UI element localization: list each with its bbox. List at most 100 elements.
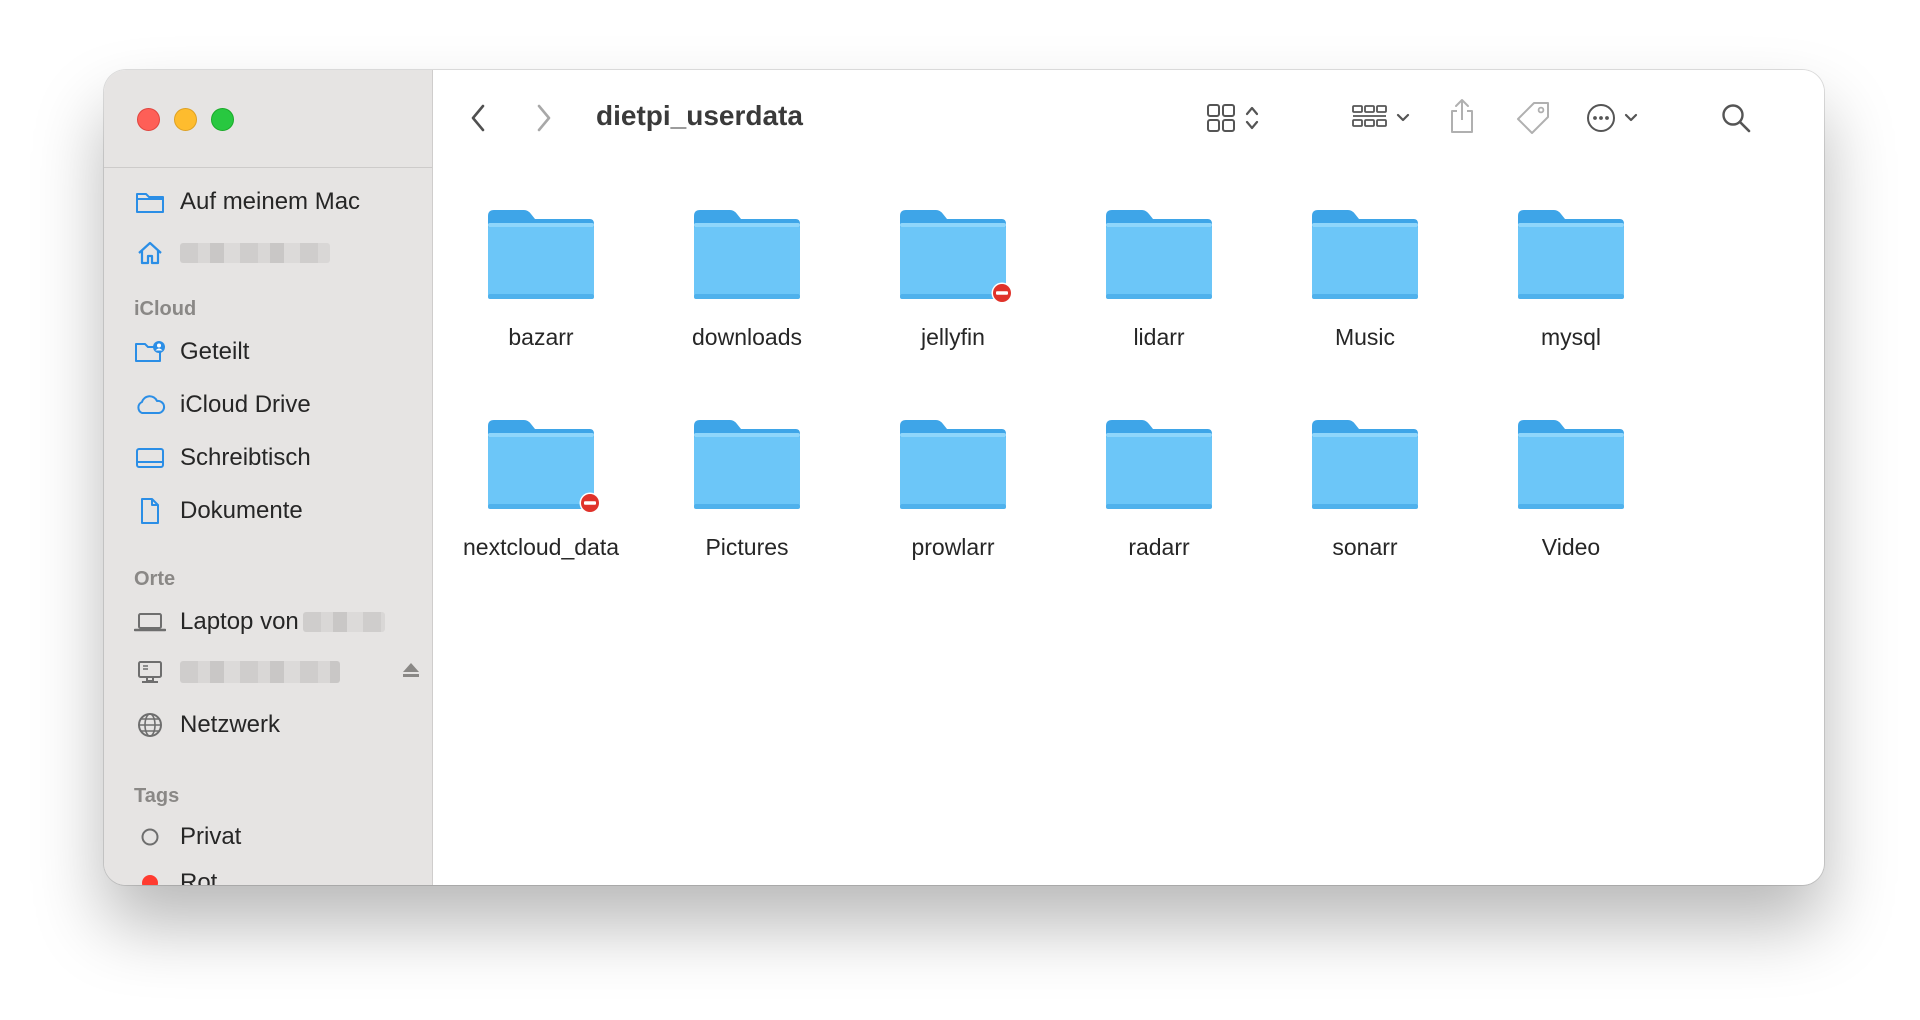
sidebar-divider bbox=[104, 167, 432, 168]
folder-item[interactable]: sonarr bbox=[1265, 416, 1465, 561]
sidebar: Auf meinem Mac iCloud Geteilt iCloud Dri… bbox=[104, 70, 433, 885]
tag-circle-icon bbox=[134, 821, 166, 853]
folder-label: mysql bbox=[1540, 324, 1602, 350]
chevron-down-icon bbox=[1624, 113, 1638, 122]
folder-label: downloads bbox=[692, 324, 802, 350]
folder-icon bbox=[482, 416, 601, 516]
forward-button[interactable] bbox=[529, 98, 559, 138]
folder-icon bbox=[482, 206, 600, 306]
folder-label: Music bbox=[1334, 324, 1396, 350]
sidebar-item-icloud-drive[interactable]: iCloud Drive bbox=[134, 385, 311, 425]
sidebar-item-label: Auf meinem Mac bbox=[180, 188, 361, 215]
cloud-icon bbox=[134, 389, 166, 421]
sidebar-section-orte: Orte bbox=[134, 568, 176, 590]
sidebar-item-dokumente[interactable]: Dokumente bbox=[134, 491, 303, 531]
window-controls bbox=[137, 108, 234, 131]
icon-grid-icon bbox=[1207, 104, 1235, 132]
home-icon bbox=[134, 237, 166, 269]
folder-icon bbox=[1100, 206, 1218, 306]
sidebar-item-label: Privat bbox=[180, 823, 242, 850]
folder-icon bbox=[688, 206, 806, 306]
shared-folder-icon bbox=[134, 336, 166, 368]
sidebar-item-tag-rot[interactable]: Rot bbox=[134, 863, 217, 885]
sidebar-item-label: Geteilt bbox=[180, 338, 250, 365]
eject-icon[interactable] bbox=[401, 658, 421, 686]
chevron-down-icon bbox=[1396, 113, 1410, 122]
folder-item[interactable]: bazarr bbox=[441, 206, 641, 351]
tag-icon bbox=[1517, 102, 1549, 134]
folder-label: nextcloud_data bbox=[462, 534, 619, 560]
sidebar-item-netzwerk[interactable]: Netzwerk bbox=[134, 705, 280, 745]
sidebar-section-icloud: iCloud bbox=[134, 298, 197, 320]
tags-button[interactable] bbox=[1511, 96, 1555, 140]
sidebar-item-label: Dokumente bbox=[180, 497, 303, 524]
sidebar-item-schreibtisch[interactable]: Schreibtisch bbox=[134, 438, 311, 478]
folder-label: lidarr bbox=[1133, 324, 1185, 350]
folder-label: prowlarr bbox=[911, 534, 995, 560]
sidebar-item-geteilt[interactable]: Geteilt bbox=[134, 332, 249, 372]
sidebar-item-label: Rot bbox=[180, 869, 218, 885]
search-icon bbox=[1722, 104, 1751, 133]
folder-item[interactable]: radarr bbox=[1059, 416, 1259, 561]
sidebar-item-label: iCloud Drive bbox=[180, 391, 311, 418]
folder-icon bbox=[1306, 416, 1424, 516]
redacted-server-name bbox=[180, 661, 340, 683]
minimize-button[interactable] bbox=[174, 108, 197, 131]
group-button[interactable] bbox=[1345, 98, 1417, 138]
folder-icon bbox=[894, 206, 1013, 306]
sidebar-item-label: Schreibtisch bbox=[180, 444, 311, 471]
view-mode-button[interactable] bbox=[1198, 98, 1268, 138]
folder-icon bbox=[894, 416, 1012, 516]
folder-label: sonarr bbox=[1332, 534, 1398, 560]
folder-label: radarr bbox=[1128, 534, 1190, 560]
toolbar: dietpi_userdata bbox=[433, 70, 1824, 166]
redacted-username bbox=[180, 243, 330, 263]
sidebar-item-label: Netzwerk bbox=[180, 711, 281, 738]
sidebar-item-auf-meinem-mac[interactable]: Auf meinem Mac bbox=[134, 182, 360, 222]
folder-item[interactable]: prowlarr bbox=[853, 416, 1053, 561]
redacted-computer-name bbox=[302, 612, 385, 632]
sidebar-item-home[interactable] bbox=[134, 233, 330, 273]
sidebar-item-laptop[interactable]: Laptop von bbox=[134, 602, 385, 642]
folder-item[interactable]: lidarr bbox=[1059, 206, 1259, 351]
group-grid-icon bbox=[1352, 105, 1387, 127]
folder-icon bbox=[1512, 416, 1630, 516]
document-icon bbox=[134, 495, 166, 527]
window-title: dietpi_userdata bbox=[596, 100, 803, 131]
folder-item[interactable]: Pictures bbox=[647, 416, 847, 561]
zoom-button[interactable] bbox=[211, 108, 234, 131]
no-access-badge-icon bbox=[990, 281, 1014, 310]
folder-item[interactable]: downloads bbox=[647, 206, 847, 351]
close-button[interactable] bbox=[137, 108, 160, 131]
folder-item[interactable]: Video bbox=[1471, 416, 1671, 561]
share-button[interactable] bbox=[1442, 94, 1482, 138]
sidebar-item-server[interactable] bbox=[134, 652, 419, 692]
sidebar-item-tag-privat[interactable]: Privat bbox=[134, 817, 241, 857]
back-button[interactable] bbox=[463, 98, 493, 138]
server-icon bbox=[134, 656, 166, 688]
folder-item[interactable]: Music bbox=[1265, 206, 1465, 351]
chevron-left-icon bbox=[471, 104, 485, 132]
folder-item[interactable]: nextcloud_data bbox=[441, 416, 641, 561]
share-icon bbox=[1451, 99, 1473, 133]
network-icon bbox=[134, 709, 166, 741]
folder-icon bbox=[1306, 206, 1424, 306]
finder-window: Auf meinem Mac iCloud Geteilt iCloud Dri… bbox=[104, 70, 1824, 885]
more-actions-button[interactable] bbox=[1580, 98, 1644, 138]
folder-icon bbox=[1512, 206, 1630, 306]
folder-label: jellyfin bbox=[921, 324, 985, 350]
sidebar-section-tags: Tags bbox=[134, 785, 180, 807]
folder-icon bbox=[688, 416, 806, 516]
sidebar-item-label: Laptop von bbox=[180, 608, 299, 635]
search-button[interactable] bbox=[1716, 98, 1756, 138]
chevron-right-icon bbox=[537, 104, 551, 132]
desktop-icon bbox=[134, 442, 166, 474]
ellipsis-circle-icon bbox=[1587, 104, 1615, 132]
folder-label: Pictures bbox=[705, 534, 789, 560]
up-down-chevron-icon bbox=[1245, 106, 1259, 130]
folder-icon bbox=[134, 186, 166, 218]
folder-item[interactable]: mysql bbox=[1471, 206, 1671, 351]
folder-item[interactable]: jellyfin bbox=[853, 206, 1053, 351]
folder-icon bbox=[1100, 416, 1218, 516]
folder-label: bazarr bbox=[508, 324, 574, 350]
